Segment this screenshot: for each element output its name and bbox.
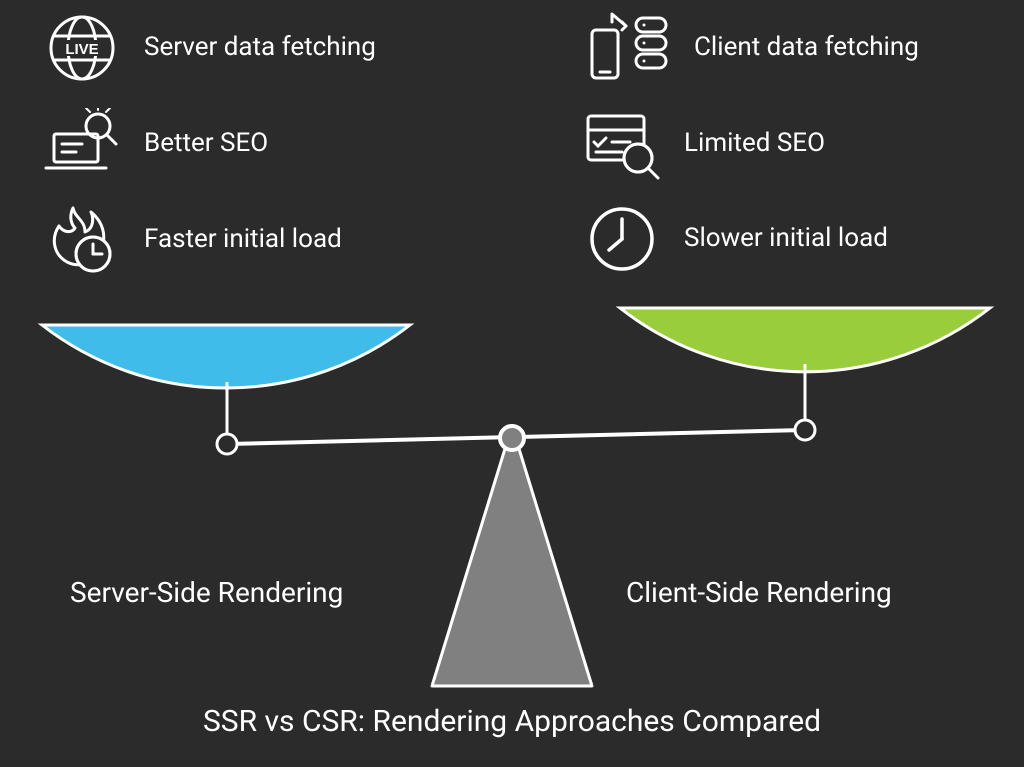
phone-server-icon <box>582 12 672 84</box>
feature-row: LIVE Server data fetching <box>42 12 442 84</box>
csr-label: Client-Side Rendering <box>626 576 892 609</box>
feature-label: Better SEO <box>144 128 268 159</box>
feature-row: Faster initial load <box>42 204 442 276</box>
csr-column: Client data fetching Limited SEO <box>582 12 982 300</box>
svg-text:LIVE: LIVE <box>65 41 98 58</box>
left-scale-pan <box>42 325 410 388</box>
browser-search-icon <box>582 108 662 180</box>
feature-label: Slower initial load <box>684 223 888 254</box>
fire-clock-icon <box>42 204 122 276</box>
clock-icon <box>582 204 662 274</box>
diagram-caption: SSR vs CSR: Rendering Approaches Compare… <box>0 704 1024 739</box>
right-scale-pan <box>620 308 990 372</box>
feature-label: Server data fetching <box>144 32 376 63</box>
ssr-label: Server-Side Rendering <box>70 576 343 609</box>
feature-row: Better SEO <box>42 108 442 180</box>
live-globe-icon: LIVE <box>42 12 122 84</box>
feature-row: Client data fetching <box>582 12 982 84</box>
feature-row: Limited SEO <box>582 108 982 180</box>
seo-laptop-icon <box>42 108 122 180</box>
feature-label: Limited SEO <box>684 128 825 159</box>
feature-label: Client data fetching <box>694 32 919 63</box>
scale-base <box>432 426 592 686</box>
feature-columns: LIVE Server data fetching Bett <box>0 0 1024 300</box>
feature-row: Slower initial load <box>582 204 982 274</box>
feature-label: Faster initial load <box>144 224 342 255</box>
ssr-column: LIVE Server data fetching Bett <box>42 12 442 300</box>
